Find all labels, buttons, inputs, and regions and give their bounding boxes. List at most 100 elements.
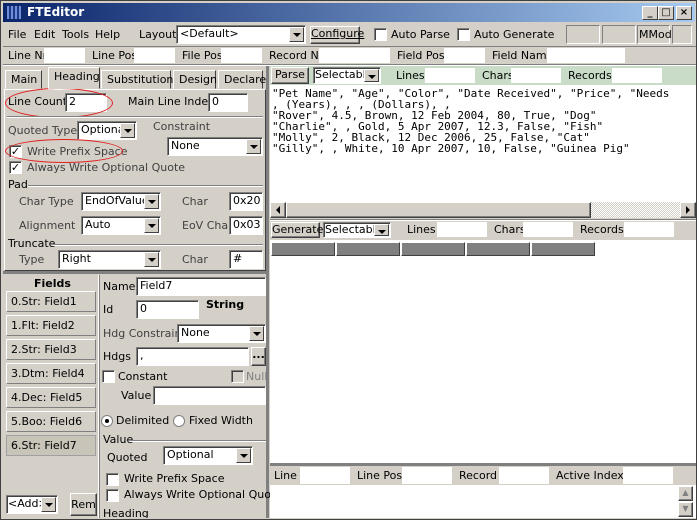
auto-generate-checkbox[interactable] — [457, 28, 470, 41]
divider — [28, 185, 263, 187]
field-always-write-optional-quote-checkbox[interactable] — [106, 489, 119, 502]
constant-checkbox[interactable] — [102, 370, 115, 383]
grid-column-header[interactable] — [336, 242, 400, 256]
field-list-item[interactable]: 4.Dec: Field5 — [6, 387, 96, 408]
quoted-type-label: Quoted Type — [8, 124, 78, 137]
field-id-input[interactable]: 0 — [136, 300, 199, 319]
record-nr-label: Record Nr — [269, 49, 324, 62]
close-button[interactable]: × — [676, 6, 692, 20]
layout-select[interactable]: <Default> — [176, 25, 306, 44]
tab-design[interactable]: Design — [173, 70, 217, 89]
line-count-input[interactable]: 2 — [65, 93, 107, 112]
value-input[interactable] — [153, 386, 266, 405]
grid-column-header[interactable] — [401, 242, 465, 256]
pad-group-label: Pad — [8, 178, 28, 191]
main-line-index-input[interactable]: 0 — [208, 93, 248, 112]
pad-char-input[interactable]: 0x20 — [229, 192, 263, 211]
chevron-down-icon — [289, 27, 304, 42]
hdgs-ellipsis-button[interactable]: ... — [251, 347, 266, 366]
scroll-down-button[interactable]: ▼ — [678, 502, 693, 517]
field-list-item-selected[interactable]: 6.Str: Field7 — [6, 435, 96, 456]
hdg-constraint-select[interactable]: None — [177, 324, 266, 343]
chevron-down-icon — [246, 139, 261, 154]
status-line-label: Line — [274, 469, 297, 482]
menu-tools[interactable]: Tools — [62, 28, 89, 42]
tab-main[interactable]: Main — [5, 70, 42, 89]
field-list-item[interactable]: 2.Str: Field3 — [6, 339, 96, 360]
alignment-select[interactable]: Auto — [81, 216, 161, 235]
auto-parse-checkbox[interactable] — [374, 28, 387, 41]
menu-edit[interactable]: Edit — [34, 28, 55, 42]
write-prefix-space-checkbox[interactable]: ✓ — [9, 145, 22, 158]
fixed-width-radio[interactable] — [173, 415, 185, 427]
horizontal-splitter[interactable] — [3, 271, 267, 274]
always-write-optional-quote-label: Always Write Optional Quote — [27, 161, 186, 174]
fields-header: Fields — [34, 277, 71, 290]
file-pos-field — [221, 48, 262, 63]
parse-button[interactable]: Parse — [271, 67, 309, 84]
field-type-text: String — [206, 298, 245, 311]
divider — [98, 275, 100, 518]
scroll-thumb[interactable] — [286, 202, 591, 218]
chevron-down-icon — [249, 326, 264, 341]
grid-column-header[interactable] — [466, 242, 530, 256]
tab-declare[interactable]: Declare — [218, 70, 266, 89]
field-always-write-optional-quote-label: Always Write Optional Quote — [124, 488, 283, 501]
delimited-radio[interactable] — [101, 415, 113, 427]
check-icon: ✓ — [10, 161, 21, 174]
eov-char-label: EoV Char — [182, 219, 233, 232]
divider — [129, 440, 266, 442]
field-list-item[interactable]: 1.Flt: Field2 — [6, 315, 96, 336]
parse-horizontal-scrollbar[interactable] — [270, 202, 696, 218]
tab-heading[interactable]: Heading — [48, 67, 100, 89]
divider — [7, 116, 263, 118]
field-list-item[interactable]: 5.Boo: Field6 — [6, 411, 96, 432]
scroll-up-button[interactable]: ▲ — [678, 486, 693, 501]
parse-text-area[interactable]: "Pet Name", "Age", "Color", "Date Receiv… — [270, 85, 696, 202]
always-write-optional-quote-checkbox[interactable]: ✓ — [9, 161, 22, 174]
eov-char-input[interactable]: 0x03 — [229, 216, 263, 235]
truncate-type-select[interactable]: Right — [58, 250, 161, 269]
grid-column-header[interactable] — [271, 242, 335, 256]
vertical-splitter[interactable] — [266, 66, 269, 518]
check-icon: ✓ — [10, 145, 21, 158]
parse-records-field — [612, 68, 662, 83]
quoted-value: Optional — [167, 448, 214, 461]
scroll-right-button[interactable] — [680, 202, 696, 218]
generate-chars-label: Chars — [494, 223, 526, 236]
truncate-type-label: Type — [19, 253, 45, 266]
hdgs-input[interactable]: , — [136, 347, 249, 366]
char-type-select[interactable]: EndOfValue — [81, 192, 161, 211]
chevron-down-icon — [144, 218, 159, 233]
field-write-prefix-space-checkbox[interactable] — [106, 473, 119, 486]
hdg-constraint-value: None — [181, 326, 210, 339]
menu-help[interactable]: Help — [95, 28, 120, 42]
field-name-input[interactable]: Field7 — [136, 277, 266, 296]
bottom-text-area[interactable] — [270, 485, 696, 518]
truncate-char-input[interactable]: # — [229, 250, 263, 269]
quoted-select[interactable]: Optional — [163, 446, 253, 465]
chevron-down-icon — [41, 497, 56, 512]
generate-mode-select[interactable]: Selectable — [323, 222, 391, 238]
scroll-left-button[interactable] — [270, 202, 286, 218]
constraint-select[interactable]: None — [167, 137, 263, 156]
remove-field-button[interactable]: Rem — [70, 493, 97, 516]
line-pos-field — [134, 48, 175, 63]
generate-button[interactable]: Generate — [271, 222, 323, 238]
add-field-select[interactable]: <Add> — [6, 495, 58, 514]
field-list-item[interactable]: 0.Str: Field1 — [6, 291, 96, 312]
quoted-type-select[interactable]: Optional — [77, 121, 137, 140]
null-checkbox[interactable] — [231, 370, 244, 383]
parse-mode-select[interactable]: Selectable — [313, 67, 381, 84]
configure-button[interactable]: Configure — [310, 26, 364, 44]
window-title: FTEditor — [27, 5, 85, 19]
menu-file[interactable]: File — [8, 28, 26, 42]
field-list-item[interactable]: 3.Dtm: Field4 — [6, 363, 96, 384]
close-icon: × — [679, 7, 689, 18]
tab-substitutions[interactable]: Substitutions — [101, 70, 179, 89]
grid-column-header[interactable] — [531, 242, 595, 256]
line-nr-label: Line Nr — [8, 49, 48, 62]
maximize-button[interactable]: □ — [658, 6, 674, 20]
minimize-button[interactable]: _ — [642, 6, 658, 20]
generate-grid-area[interactable] — [270, 240, 696, 463]
